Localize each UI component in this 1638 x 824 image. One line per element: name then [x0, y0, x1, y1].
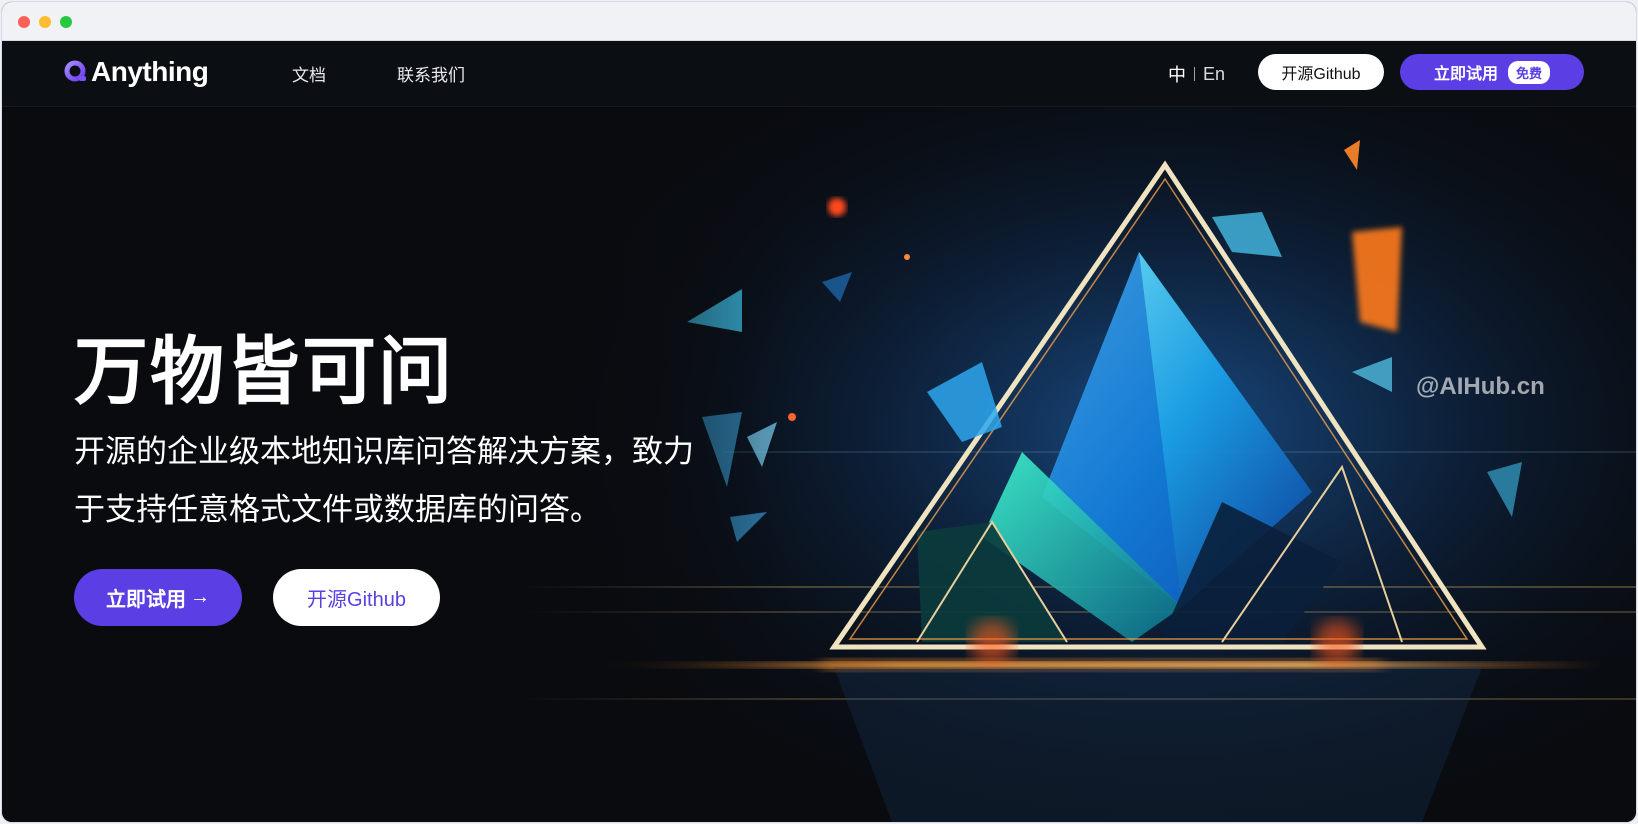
nav-try-label: 立即试用	[1433, 66, 1498, 83]
maximize-window-button[interactable]	[60, 16, 72, 28]
language-switcher: 中 En	[1168, 61, 1225, 87]
arrow-right-icon: →	[190, 586, 210, 608]
close-window-button[interactable]	[18, 16, 30, 28]
top-navbar: Anything 文档 联系我们 中 En 开源Github 立即试用 免费	[2, 41, 1636, 107]
free-badge: 免费	[1508, 60, 1551, 84]
brand-logo[interactable]: Anything	[64, 55, 209, 89]
nav-github-button[interactable]: 开源Github	[1258, 54, 1384, 90]
hero-title: 万物皆可问	[74, 330, 454, 413]
hero-section: 万物皆可问 开源的企业级本地知识库问答解决方案，致力于支持任意格式文件或数据库的…	[2, 107, 1636, 822]
minimize-window-button[interactable]	[39, 16, 51, 28]
brand-name: Anything	[91, 56, 209, 87]
lang-en-option[interactable]: En	[1203, 64, 1225, 85]
lang-zh-option[interactable]: 中	[1168, 61, 1186, 87]
watermark-text: @AIHub.cn	[1416, 373, 1545, 400]
nav-link-docs[interactable]: 文档	[292, 61, 326, 86]
nav-try-button[interactable]: 立即试用 免费	[1400, 54, 1584, 90]
q-ring-logo-icon	[64, 60, 88, 84]
nav-link-contact[interactable]: 联系我们	[397, 61, 465, 86]
browser-window: Anything 文档 联系我们 中 En 开源Github 立即试用 免费 万…	[2, 2, 1636, 822]
window-titlebar	[2, 2, 1636, 41]
hero-try-label: 立即试用	[106, 589, 186, 611]
hero-github-label: 开源Github	[307, 589, 406, 611]
lang-divider	[1194, 67, 1195, 81]
nav-github-label: 开源Github	[1281, 66, 1361, 83]
hero-subtitle: 开源的企业级本地知识库问答解决方案，致力于支持任意格式文件或数据库的问答。	[74, 434, 694, 527]
hero-github-button[interactable]: 开源Github	[273, 569, 440, 626]
hero-try-button[interactable]: 立即试用 →	[74, 569, 242, 626]
